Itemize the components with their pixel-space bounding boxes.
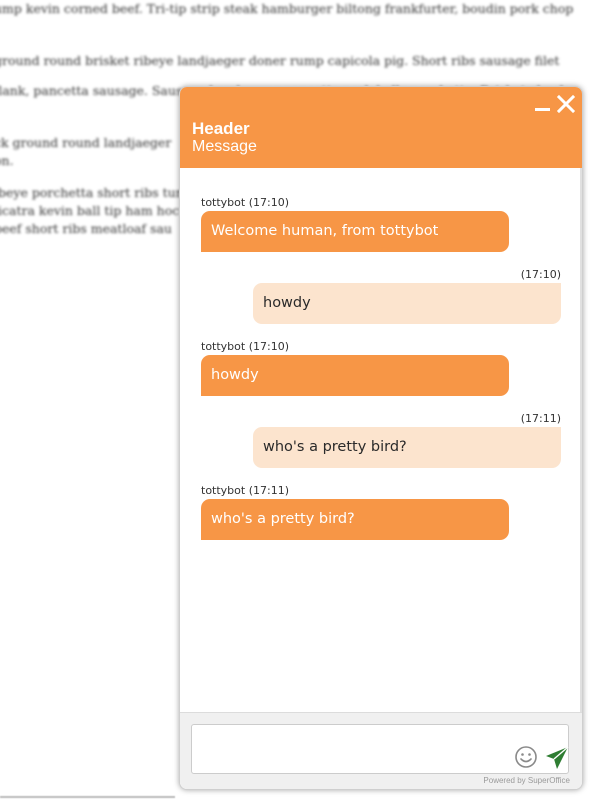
powered-by-label: Powered by SuperOffice bbox=[483, 776, 570, 785]
message-scrollbar[interactable] bbox=[580, 168, 582, 712]
chat-footer: Powered by SuperOffice bbox=[180, 712, 582, 789]
close-button[interactable] bbox=[556, 94, 576, 114]
close-icon bbox=[556, 94, 576, 114]
message-meta: (17:10) bbox=[520, 268, 561, 281]
header-title: Header bbox=[192, 119, 250, 138]
chat-widget: Header Message tottybot (17:10) Welcome … bbox=[179, 86, 583, 790]
message-meta: tottybot (17:11) bbox=[201, 484, 289, 497]
chat-header: Header Message bbox=[180, 87, 582, 168]
message-list: tottybot (17:10) Welcome human, from tot… bbox=[180, 168, 582, 712]
send-icon bbox=[546, 746, 569, 769]
article-line: ground round brisket ribeye landjaeger d… bbox=[0, 53, 560, 68]
message-input-box bbox=[191, 724, 569, 774]
message-input[interactable] bbox=[192, 725, 502, 773]
minimize-icon bbox=[535, 108, 550, 111]
smiley-icon bbox=[515, 746, 537, 768]
message-meta: tottybot (17:10) bbox=[201, 340, 289, 353]
minimize-button[interactable] bbox=[534, 95, 552, 113]
header-message: Message bbox=[192, 138, 257, 155]
bot-message-bubble: Welcome human, from tottybot bbox=[201, 211, 509, 252]
message-meta: (17:11) bbox=[520, 412, 561, 425]
bot-message-bubble: howdy bbox=[201, 355, 509, 396]
send-button[interactable] bbox=[544, 745, 570, 771]
user-message-bubble: howdy bbox=[253, 283, 561, 324]
user-message-bubble: who's a pretty bird? bbox=[253, 427, 561, 468]
article-line: ump kevin corned beef. Tri-tip strip ste… bbox=[0, 1, 574, 16]
page: ump kevin corned beef. Tri-tip strip ste… bbox=[0, 0, 593, 801]
bot-message-bubble: who's a pretty bird? bbox=[201, 499, 509, 540]
emoji-button[interactable] bbox=[514, 745, 538, 769]
background-divider bbox=[0, 796, 175, 798]
message-meta: tottybot (17:10) bbox=[201, 196, 289, 209]
